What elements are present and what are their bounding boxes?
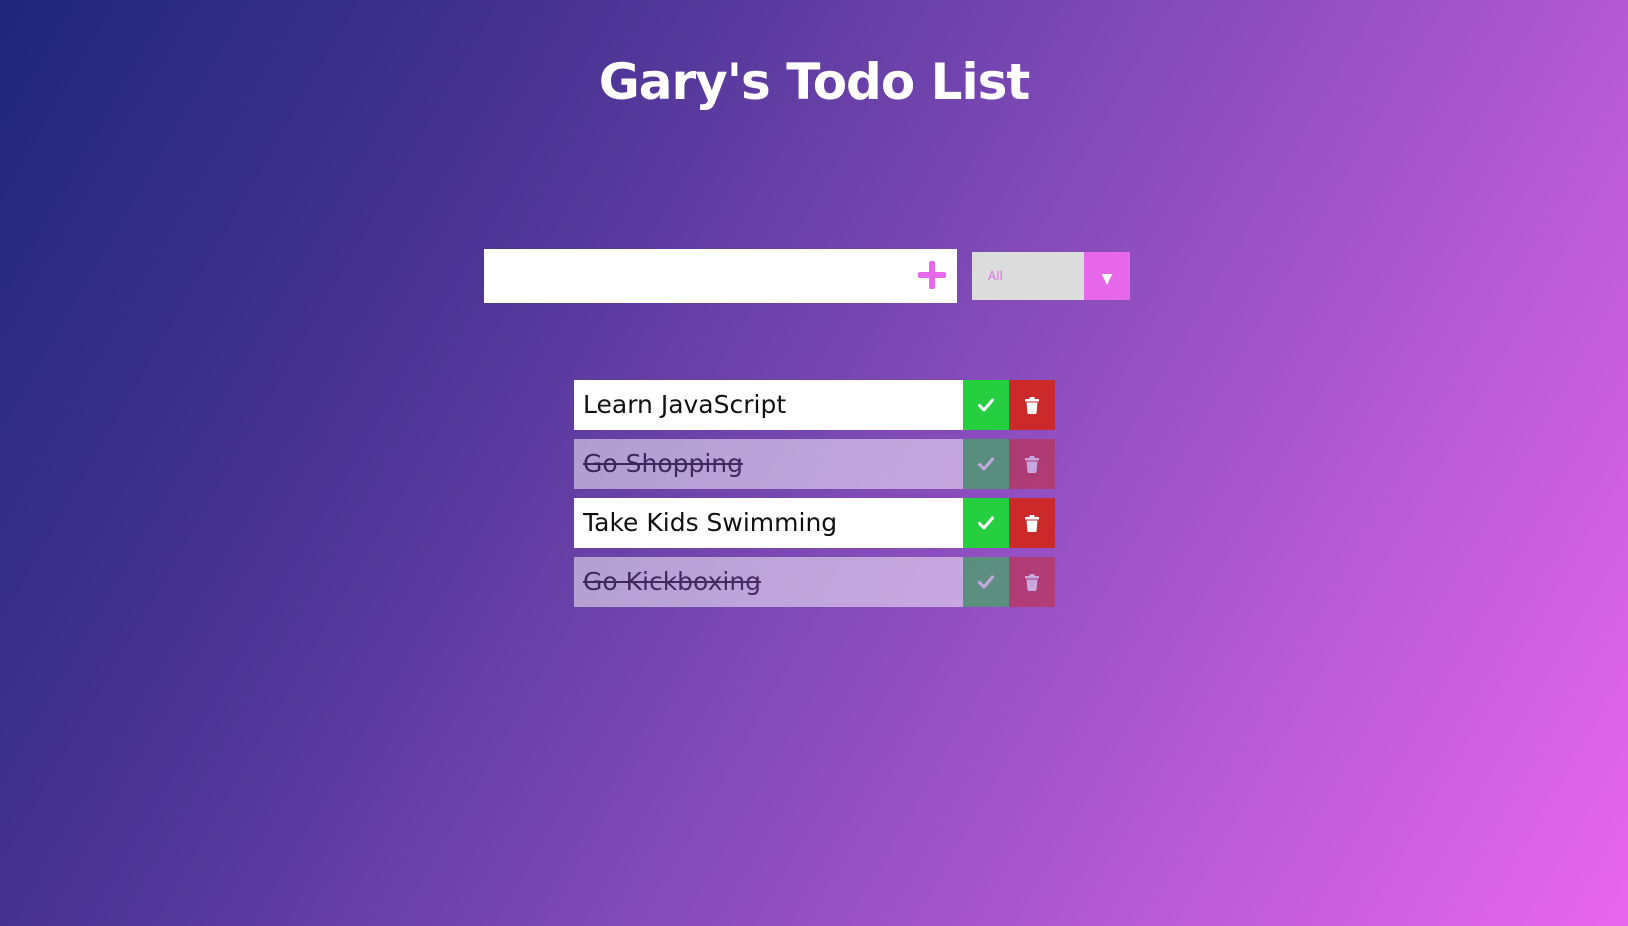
check-icon (978, 398, 994, 412)
trash-icon (1025, 396, 1039, 414)
todo-list: Learn JavaScript Go Shopping Take Kids S… (574, 380, 1056, 616)
delete-button[interactable] (1009, 380, 1055, 430)
todo-input[interactable] (484, 249, 904, 303)
todo-form: All ▼ (484, 249, 1130, 303)
check-icon (978, 575, 994, 589)
trash-icon (1025, 514, 1039, 532)
filter-select[interactable]: All ▼ (972, 252, 1130, 300)
todo-item: Take Kids Swimming (574, 498, 1056, 548)
todo-item-text: Learn JavaScript (574, 380, 963, 430)
delete-button[interactable] (1009, 557, 1055, 607)
trash-icon (1025, 455, 1039, 473)
page-title: Gary's Todo List (598, 53, 1031, 111)
delete-button[interactable] (1009, 439, 1055, 489)
todo-item-text: Take Kids Swimming (574, 498, 963, 548)
complete-button[interactable] (963, 380, 1009, 430)
filter-selected-value: All (988, 269, 1003, 283)
complete-button[interactable] (963, 498, 1009, 548)
todo-item: Go Kickboxing (574, 557, 1056, 607)
add-todo-button[interactable] (907, 249, 957, 303)
todo-item-text: Go Shopping (574, 439, 963, 489)
complete-button[interactable] (963, 557, 1009, 607)
complete-button[interactable] (963, 439, 1009, 489)
plus-icon (918, 260, 946, 289)
todo-input-wrapper (484, 249, 957, 303)
trash-icon (1025, 573, 1039, 591)
todo-item: Go Shopping (574, 439, 1056, 489)
check-icon (978, 457, 994, 471)
todo-item-text: Go Kickboxing (574, 557, 963, 607)
check-icon (978, 516, 994, 530)
delete-button[interactable] (1009, 498, 1055, 548)
chevron-down-icon[interactable]: ▼ (1084, 252, 1130, 300)
todo-item: Learn JavaScript (574, 380, 1056, 430)
